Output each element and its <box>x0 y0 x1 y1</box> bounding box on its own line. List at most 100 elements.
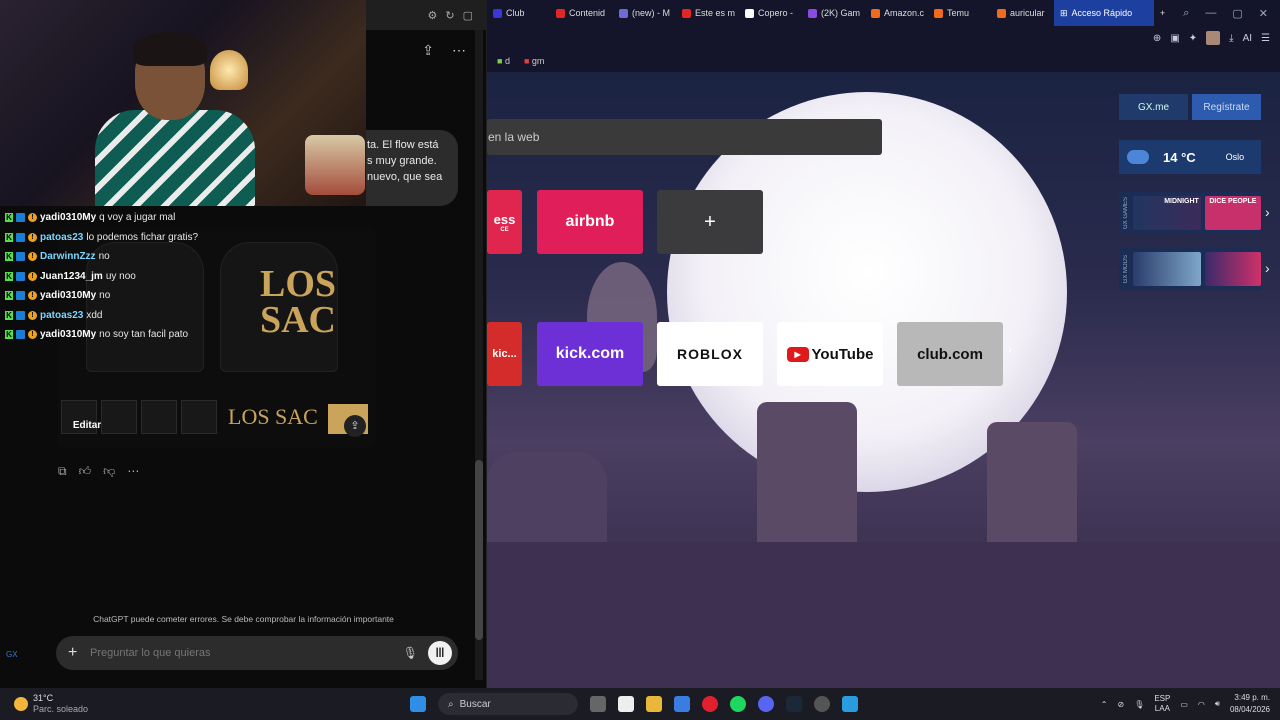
voice-mode-button[interactable]: ||| <box>428 641 452 665</box>
scrollbar-thumb[interactable] <box>475 460 483 640</box>
thumbs-down-icon[interactable]: 👎︎ <box>103 464 115 479</box>
taskbar-temp: 31°C <box>33 693 54 703</box>
chevron-right-icon[interactable]: › <box>1265 260 1270 276</box>
speed-dial-search[interactable]: en la web <box>487 119 882 155</box>
copy-icon[interactable]: ⧉ <box>58 464 67 479</box>
coin-badge-icon: ! <box>28 330 37 340</box>
snapshot-icon[interactable]: ▣ <box>1170 33 1179 44</box>
ai-button[interactable]: AI <box>1243 33 1252 44</box>
taskbar-search[interactable]: ⌕ Buscar <box>438 693 578 715</box>
browser-tab[interactable]: auricular <box>991 0 1054 26</box>
avatar[interactable] <box>1206 31 1221 45</box>
bookmark-item[interactable]: ■ d <box>497 56 510 66</box>
maximize-icon[interactable]: ▢ <box>1232 7 1242 20</box>
browser-tab[interactable]: Amazon.c <box>865 0 928 26</box>
gx-games-card[interactable]: GX GAMES MIDNIGHT DICE PEOPLE <box>1119 192 1261 234</box>
more-options-icon[interactable]: ⋯ <box>452 42 466 59</box>
folder-icon[interactable] <box>646 696 662 712</box>
register-button[interactable]: Regístrate <box>1192 94 1261 120</box>
browser-toolbar: ⊕ ▣ ✦ ⤓ AI ☰ <box>487 26 1280 50</box>
search-tabs-icon[interactable]: ⌕ <box>1183 7 1189 20</box>
gx-mods-card[interactable]: GX MODS <box>1119 248 1261 290</box>
microphone-tray-icon[interactable]: 🎙︎ <box>1134 700 1144 709</box>
edit-image-button[interactable]: Editar <box>66 416 108 436</box>
game-thumbnail: MIDNIGHT <box>1133 196 1201 230</box>
speed-dial-tile-airbnb[interactable]: airbnb <box>537 190 643 254</box>
speed-dial-tile-roblox[interactable]: ROBLOX <box>657 322 763 386</box>
time: 3:49 p. m. <box>1234 693 1270 702</box>
chat-scrollbar[interactable] <box>475 30 483 680</box>
add-speed-dial-button[interactable]: + <box>657 190 763 254</box>
settings-app-icon[interactable] <box>814 696 830 712</box>
chat-username: yadi0310My <box>40 290 97 302</box>
weather-widget-taskbar[interactable]: 31°C Parc. soleado <box>0 693 140 715</box>
share-icon[interactable]: ⇪ <box>422 42 434 59</box>
language-indicator[interactable]: ESP LAA <box>1154 694 1170 714</box>
search-label: Buscar <box>459 698 491 710</box>
browser-tab[interactable]: Copero - <box>739 0 802 26</box>
kick-badge-icon: K <box>5 310 13 320</box>
task-view-icon[interactable] <box>590 696 606 712</box>
cloud-icon <box>1127 150 1149 164</box>
chevron-up-icon[interactable]: ⌃ <box>1101 700 1108 709</box>
coin-badge-icon: ! <box>28 232 37 242</box>
tab-acceso-rapido[interactable]: ⊞ Acceso Rápido <box>1054 0 1154 26</box>
chat-line: K! DarwinnZzz no <box>0 247 370 267</box>
chevron-right-icon[interactable]: › <box>1008 342 1012 356</box>
more-icon[interactable]: ⋯ <box>127 464 139 479</box>
display-icon[interactable]: ▭ <box>1180 700 1188 709</box>
system-tray: ⌃ ⊘ 🎙︎ ESP LAA ▭ ◠ 🔊︎ 3:49 p. m. 08/04/2… <box>1101 688 1270 720</box>
spotify-icon[interactable] <box>730 696 746 712</box>
chat-message: q voy a jugar mal <box>99 212 176 224</box>
tile-label: YouTube <box>811 345 874 363</box>
app-icon[interactable] <box>842 696 858 712</box>
speed-dial-tile-kic[interactable]: kic... <box>487 322 522 386</box>
clock[interactable]: 3:49 p. m. 08/04/2026 <box>1230 692 1270 716</box>
browser-tab[interactable]: Contenid <box>550 0 613 26</box>
speed-dial-tile-ess[interactable]: ess CE <box>487 190 522 254</box>
store-icon[interactable] <box>674 696 690 712</box>
file-icon[interactable] <box>618 696 634 712</box>
tab-label: Amazon.c <box>884 8 925 18</box>
stream-chat-overlay: K! yadi0310My q voy a jugar mal K! patoas23 l… <box>0 208 370 344</box>
wifi-icon[interactable]: ◠ <box>1198 700 1205 709</box>
close-icon[interactable]: ✕ <box>1259 7 1268 20</box>
speed-dial-tile-club[interactable]: club.com <box>897 322 1003 386</box>
share-image-button[interactable]: ⇪ <box>344 415 366 437</box>
bookmark-item[interactable]: ■ gm <box>524 56 544 66</box>
extensions-icon[interactable]: ✦ <box>1189 33 1197 44</box>
menu-icon[interactable]: ☰ <box>1261 33 1270 44</box>
browser-tab[interactable]: Temu <box>928 0 991 26</box>
thumbs-up-icon[interactable]: 👍︎ <box>79 464 92 479</box>
tab-favicon <box>619 8 628 18</box>
mod-badge-icon <box>16 271 25 281</box>
microphone-icon[interactable]: 🎙︎ <box>403 646 418 660</box>
browser-tab[interactable]: Este es m <box>676 0 739 26</box>
browser-tab[interactable]: Club <box>487 0 550 26</box>
discord-icon[interactable] <box>758 696 774 712</box>
thumbnail <box>181 400 217 434</box>
weather-widget[interactable]: 14 °C Oslo <box>1119 140 1261 174</box>
start-icon[interactable] <box>410 696 426 712</box>
reload-icon[interactable]: ↻ <box>445 9 454 22</box>
minimize-icon[interactable]: — <box>1205 7 1216 20</box>
volume-icon[interactable]: 🔊︎ <box>1215 699 1220 709</box>
steam-icon[interactable] <box>786 696 802 712</box>
game-title: DICE PEOPLE <box>1209 198 1257 205</box>
add-attachment-icon[interactable]: + <box>68 644 80 662</box>
chevron-right-icon[interactable]: › <box>1265 204 1270 220</box>
opera-gx-icon[interactable] <box>702 696 718 712</box>
browser-tab[interactable]: (2K) Gam <box>802 0 865 26</box>
new-tab-button[interactable]: + <box>1154 0 1174 26</box>
download-icon[interactable]: ⤓ <box>1229 33 1233 44</box>
zoom-icon[interactable]: ⊕ <box>1153 33 1161 44</box>
browser-tab[interactable]: (new) - M <box>613 0 676 26</box>
prompt-input[interactable] <box>90 647 393 659</box>
network-off-icon[interactable]: ⊘ <box>1117 700 1124 709</box>
gx-me-button[interactable]: GX.me <box>1119 94 1188 120</box>
settings-icon[interactable]: ⚙ <box>428 9 438 22</box>
window-icon[interactable]: ▢ <box>463 9 473 22</box>
speed-dial-tile-youtube[interactable]: ▶ YouTube <box>777 322 883 386</box>
coin-badge-icon: ! <box>28 213 37 223</box>
speed-dial-tile-kick[interactable]: kick.com <box>537 322 643 386</box>
